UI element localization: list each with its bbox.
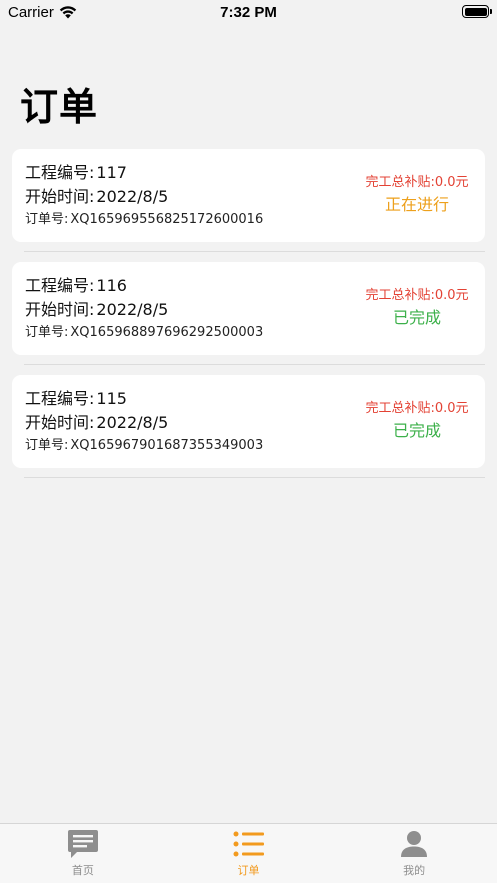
order-number-value: XQ165969556825172600016 bbox=[70, 212, 264, 227]
list-icon bbox=[232, 828, 266, 860]
project-number-row: 工程编号: 115 bbox=[25, 387, 263, 411]
page-title: 订单 bbox=[20, 85, 99, 129]
tab-orders[interactable]: 订单 bbox=[166, 824, 332, 883]
start-time-value: 2022/8/5 bbox=[96, 413, 169, 432]
tab-bar: 首页 订单 我的 bbox=[0, 823, 497, 883]
order-info: 工程编号: 117 开始时间: 2022/8/5 订单号: XQ16596955682… bbox=[25, 161, 263, 230]
order-card[interactable]: 工程编号: 117 开始时间: 2022/8/5 订单号: XQ16596955682… bbox=[12, 149, 485, 242]
project-number-row: 工程编号: 116 bbox=[25, 274, 263, 298]
message-icon bbox=[66, 828, 100, 860]
battery-cap bbox=[490, 9, 492, 14]
order-card[interactable]: 工程编号: 115 开始时间: 2022/8/5 订单号: XQ16596790168… bbox=[12, 375, 485, 468]
order-status-block: 完工总补贴:0.0元 已完成 bbox=[362, 287, 472, 330]
order-number-label: 订单号: bbox=[25, 325, 69, 340]
order-info: 工程编号: 116 开始时间: 2022/8/5 订单号: XQ16596889769… bbox=[25, 274, 263, 343]
tab-label: 订单 bbox=[237, 864, 260, 877]
subsidy-text: 完工总补贴:0.0元 bbox=[365, 288, 469, 303]
start-time-value: 2022/8/5 bbox=[96, 300, 169, 319]
order-list: 工程编号: 117 开始时间: 2022/8/5 订单号: XQ16596955682… bbox=[12, 149, 485, 488]
order-status-block: 完工总补贴:0.0元 正在进行 bbox=[362, 174, 472, 217]
battery-icon bbox=[462, 5, 489, 18]
divider bbox=[24, 364, 485, 365]
tab-profile[interactable]: 我的 bbox=[331, 824, 497, 883]
order-number-label: 订单号: bbox=[25, 212, 69, 227]
start-time-value: 2022/8/5 bbox=[96, 187, 169, 206]
order-number-row: 订单号: XQ165969556825172600016 bbox=[25, 210, 263, 230]
project-number-value: 116 bbox=[96, 276, 127, 295]
divider bbox=[24, 251, 485, 252]
status-badge: 已完成 bbox=[392, 308, 441, 327]
project-number-value: 117 bbox=[96, 163, 127, 182]
tab-label: 我的 bbox=[403, 864, 426, 877]
start-time-label: 开始时间: bbox=[25, 300, 95, 319]
project-number-label: 工程编号: bbox=[25, 276, 95, 295]
start-time-label: 开始时间: bbox=[25, 187, 95, 206]
project-number-label: 工程编号: bbox=[25, 389, 95, 408]
start-time-row: 开始时间: 2022/8/5 bbox=[25, 298, 263, 322]
status-badge: 已完成 bbox=[392, 421, 441, 440]
divider bbox=[24, 477, 485, 478]
order-number-value: XQ165967901687355349003 bbox=[70, 438, 264, 453]
tab-home[interactable]: 首页 bbox=[0, 824, 166, 883]
start-time-row: 开始时间: 2022/8/5 bbox=[25, 411, 263, 435]
status-time: 7:32 PM bbox=[220, 4, 277, 21]
status-bar: Carrier 7:32 PM bbox=[0, 0, 497, 28]
tab-label: 首页 bbox=[71, 864, 94, 877]
order-number-row: 订单号: XQ165967901687355349003 bbox=[25, 436, 263, 456]
project-number-row: 工程编号: 117 bbox=[25, 161, 263, 185]
order-info: 工程编号: 115 开始时间: 2022/8/5 订单号: XQ16596790168… bbox=[25, 387, 263, 456]
project-number-label: 工程编号: bbox=[25, 163, 95, 182]
status-badge: 正在进行 bbox=[384, 195, 449, 214]
person-icon bbox=[397, 828, 431, 860]
start-time-label: 开始时间: bbox=[25, 413, 95, 432]
order-number-value: XQ165968897696292500003 bbox=[70, 325, 264, 340]
order-number-row: 订单号: XQ165968897696292500003 bbox=[25, 323, 263, 343]
order-status-block: 完工总补贴:0.0元 已完成 bbox=[362, 400, 472, 443]
project-number-value: 115 bbox=[96, 389, 127, 408]
orders-screen: Carrier 7:32 PM 订单 工程编号: 117 开始时间: 2022/8/… bbox=[0, 0, 497, 883]
subsidy-text: 完工总补贴:0.0元 bbox=[365, 401, 469, 416]
subsidy-text: 完工总补贴:0.0元 bbox=[365, 175, 469, 190]
order-number-label: 订单号: bbox=[25, 438, 69, 453]
start-time-row: 开始时间: 2022/8/5 bbox=[25, 185, 263, 209]
order-card[interactable]: 工程编号: 116 开始时间: 2022/8/5 订单号: XQ16596889769… bbox=[12, 262, 485, 355]
